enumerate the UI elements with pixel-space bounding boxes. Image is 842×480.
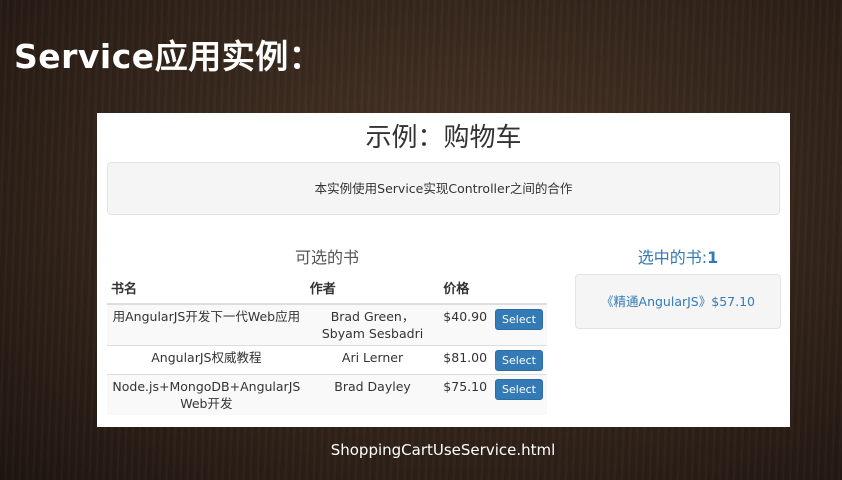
book-name: Node.js+MongoDB+AngularJS Web开发 [107, 374, 306, 415]
slide-title: Service应用实例： [14, 37, 323, 76]
book-name: 用AngularJS开发下一代Web应用 [107, 303, 306, 346]
selected-books-title: 选中的书:1 [575, 244, 781, 268]
select-button[interactable]: Select [495, 309, 543, 330]
selected-books-label: 选中的书: [637, 248, 708, 267]
book-author: Ari Lerner [305, 345, 440, 375]
book-action: Select [491, 345, 547, 375]
book-price: $40.90 [439, 303, 492, 346]
selected-book-item: 《精通AngularJS》$57.10 [601, 294, 755, 309]
table-header-row: 书名 作者 价格 [107, 275, 547, 305]
book-author: Brad Dayley [305, 374, 440, 415]
column-header-author: 作者 [305, 275, 440, 305]
file-caption: ShoppingCartUseService.html [330, 441, 556, 459]
book-action: Select [491, 374, 547, 415]
table-row: Node.js+MongoDB+AngularJS Web开发 Brad Day… [107, 374, 547, 415]
table-row: AngularJS权威教程 Ari Lerner $81.00 Select [107, 345, 547, 375]
selected-books-well: 《精通AngularJS》$57.10 [575, 274, 781, 329]
available-books-title: 可选的书 [294, 248, 359, 267]
book-name: AngularJS权威教程 [107, 345, 306, 375]
select-button[interactable]: Select [495, 379, 543, 400]
description-text: 本实例使用Service实现Controller之间的合作 [314, 181, 573, 196]
description-well: 本实例使用Service实现Controller之间的合作 [107, 162, 780, 215]
book-price: $81.00 [439, 345, 492, 375]
book-author: Brad Green，Sbyam Sesbadri [305, 303, 440, 346]
column-header-action [491, 275, 547, 305]
demo-panel: 示例：购物车 本实例使用Service实现Controller之间的合作 可选的… [97, 113, 790, 427]
table-row: 用AngularJS开发下一代Web应用 Brad Green，Sbyam Se… [107, 303, 547, 346]
book-price: $75.10 [439, 374, 492, 415]
books-table: 书名 作者 价格 用AngularJS开发下一代Web应用 Brad Green… [107, 275, 547, 415]
column-header-name: 书名 [107, 275, 306, 305]
select-button[interactable]: Select [495, 350, 543, 371]
page-title: 示例：购物车 [365, 123, 522, 153]
column-header-price: 价格 [439, 275, 492, 305]
book-action: Select [491, 303, 547, 346]
selected-books-count: 1 [707, 248, 719, 267]
